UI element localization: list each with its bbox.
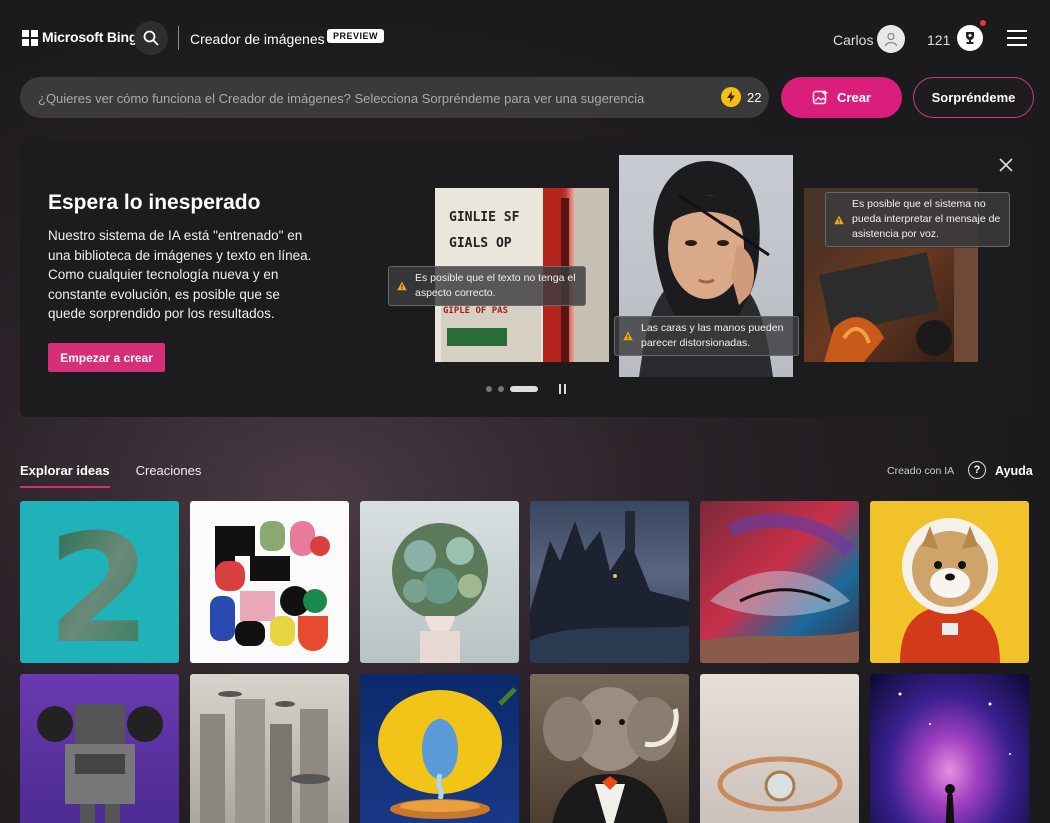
close-icon[interactable] bbox=[998, 157, 1014, 173]
tip-voice-label: Es posible que el sistema no pueda inter… bbox=[852, 198, 1001, 240]
gallery-tile-robot[interactable] bbox=[20, 674, 179, 823]
tip-text-label: Es posible que el texto no tenga el aspe… bbox=[415, 272, 576, 299]
tip-text: Es posible que el texto no tenga el aspe… bbox=[388, 266, 586, 306]
sign-text-2: GIALS OP bbox=[449, 236, 512, 251]
tip-voice: Es posible que el sistema no pueda inter… bbox=[825, 192, 1010, 247]
prompt-bar: 22 bbox=[20, 77, 769, 118]
gallery-tile-number-two[interactable]: 2 bbox=[20, 501, 179, 663]
sign-text-1: GINLIE SF bbox=[449, 210, 520, 225]
product-title[interactable]: Creador de imágenes bbox=[190, 31, 325, 47]
user-avatar-icon[interactable] bbox=[877, 25, 905, 53]
microsoft-logo-icon[interactable] bbox=[22, 30, 38, 46]
gallery-tile-cosmic-figure[interactable] bbox=[870, 674, 1029, 823]
gallery-tile-ring[interactable] bbox=[700, 674, 859, 823]
create-button-label: Crear bbox=[837, 90, 871, 105]
gallery-tile-succulent-bouquet[interactable] bbox=[360, 501, 519, 663]
boost-lightning-icon[interactable] bbox=[721, 87, 741, 107]
rewards-trophy-icon[interactable] bbox=[957, 25, 983, 51]
top-bar: Microsoft Bing Creador de imágenes PREVI… bbox=[0, 0, 1050, 76]
hero-banner: Espera lo inesperado Nuestro sistema de … bbox=[20, 141, 1032, 417]
big-number-text: 2 bbox=[47, 503, 151, 663]
ai-created-note: Creado con IA bbox=[887, 465, 955, 477]
notification-dot bbox=[980, 20, 986, 26]
search-button[interactable] bbox=[134, 21, 168, 55]
warning-icon bbox=[397, 281, 407, 291]
user-name[interactable]: Carlos bbox=[833, 32, 873, 48]
surprise-button[interactable]: Sorpréndeme bbox=[913, 77, 1034, 118]
boost-count: 22 bbox=[747, 90, 762, 105]
gallery-tile-elephant-tuxedo[interactable] bbox=[530, 674, 689, 823]
help-icon[interactable]: ? bbox=[968, 461, 986, 479]
gallery-tile-eye-makeup[interactable] bbox=[700, 501, 859, 663]
brand-name[interactable]: Microsoft Bing bbox=[42, 29, 137, 45]
gallery-tile-abstract-shapes[interactable] bbox=[190, 501, 349, 663]
hero-description: Nuestro sistema de IA está "entrenado" e… bbox=[48, 228, 312, 321]
gallery-tile-lemon-drop[interactable] bbox=[360, 674, 519, 823]
warning-icon bbox=[834, 215, 844, 224]
gallery-tabs: Explorar ideas Creaciones bbox=[20, 463, 201, 488]
carousel-dot[interactable] bbox=[486, 386, 492, 392]
tip-faces-hands: Las caras y las manos pueden parecer dis… bbox=[614, 316, 799, 356]
warning-icon bbox=[623, 331, 633, 341]
image-create-icon bbox=[812, 90, 829, 105]
carousel-dot[interactable] bbox=[498, 386, 504, 392]
pause-icon[interactable] bbox=[559, 384, 567, 397]
rewards-points[interactable]: 121 bbox=[927, 32, 950, 48]
hamburger-menu-icon[interactable] bbox=[1007, 30, 1027, 46]
sign-text-3: GIPLE OF PAS bbox=[443, 306, 508, 316]
gallery-grid: 2 bbox=[20, 501, 1032, 823]
tab-explore-ideas[interactable]: Explorar ideas bbox=[20, 463, 110, 488]
create-button[interactable]: Crear bbox=[781, 77, 902, 118]
carousel-indicators bbox=[486, 386, 538, 392]
help-link[interactable]: Ayuda bbox=[995, 464, 1033, 478]
gallery-tile-astronaut-dog[interactable] bbox=[870, 501, 1029, 663]
gallery-tile-dark-castle[interactable] bbox=[530, 501, 689, 663]
prompt-input[interactable] bbox=[38, 88, 663, 108]
search-icon bbox=[143, 30, 159, 46]
start-creating-button[interactable]: Empezar a crear bbox=[48, 343, 165, 372]
hero-title: Espera lo inesperado bbox=[48, 191, 261, 214]
preview-badge: PREVIEW bbox=[327, 29, 385, 43]
tab-creations[interactable]: Creaciones bbox=[136, 463, 202, 488]
carousel-dot-active[interactable] bbox=[510, 386, 538, 392]
gallery-tile-futuristic-city[interactable] bbox=[190, 674, 349, 823]
tip-faces-label: Las caras y las manos pueden parecer dis… bbox=[641, 322, 784, 349]
header-divider bbox=[178, 26, 179, 50]
